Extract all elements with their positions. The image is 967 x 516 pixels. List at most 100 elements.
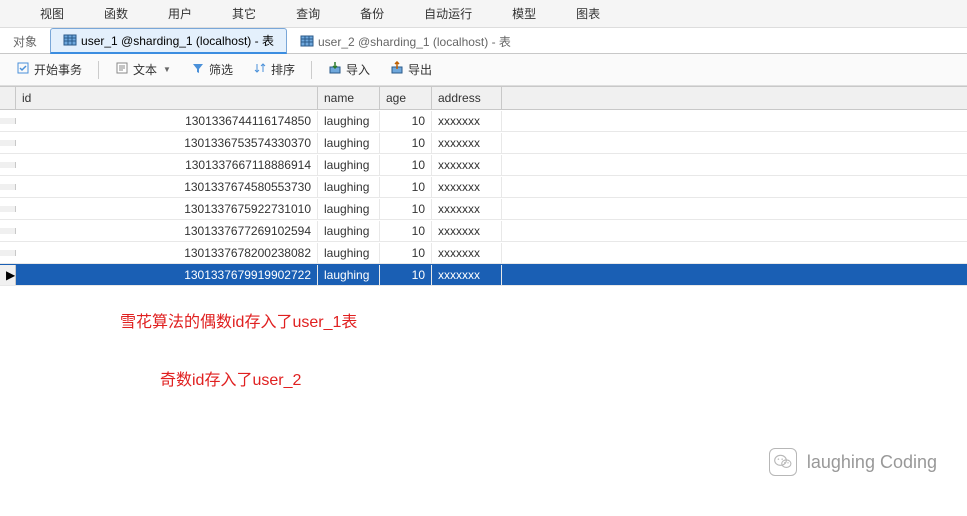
sort-label: 排序 (271, 61, 295, 78)
column-header-name[interactable]: name (318, 87, 380, 109)
row-indicator (0, 184, 16, 190)
wechat-icon (769, 448, 797, 476)
import-button[interactable]: 导入 (322, 59, 376, 80)
watermark-text: laughing Coding (807, 452, 937, 473)
row-indicator (0, 162, 16, 168)
cell-address[interactable]: xxxxxxx (432, 265, 502, 285)
menu-user[interactable]: 用户 (148, 3, 212, 24)
row-indicator (0, 228, 16, 234)
tab-user2-table[interactable]: user_2 @sharding_1 (localhost) - 表 (287, 28, 524, 54)
export-button[interactable]: 导出 (384, 59, 438, 80)
cell-id[interactable]: 1301337679919902722 (16, 265, 318, 285)
menu-query[interactable]: 查询 (276, 3, 340, 24)
main-menu-bar: 视图 函数 用户 其它 查询 备份 自动运行 模型 图表 (0, 0, 967, 28)
cell-name[interactable]: laughing (318, 155, 380, 175)
toolbar: 开始事务 文本 ▼ 筛选 排序 导入 导出 (0, 54, 967, 86)
row-indicator: ▶ (0, 265, 16, 285)
cell-age[interactable]: 10 (380, 177, 432, 197)
cell-address[interactable]: xxxxxxx (432, 243, 502, 263)
cell-name[interactable]: laughing (318, 243, 380, 263)
begin-transaction-label: 开始事务 (34, 61, 82, 78)
cell-address[interactable]: xxxxxxx (432, 111, 502, 131)
tab-objects-label: 对象 (13, 33, 37, 50)
cell-address[interactable]: xxxxxxx (432, 133, 502, 153)
cell-name[interactable]: laughing (318, 111, 380, 131)
annotation-even-id: 雪花算法的偶数id存入了user_1表 (120, 308, 357, 332)
menu-autorun[interactable]: 自动运行 (404, 3, 492, 24)
filter-button[interactable]: 筛选 (185, 59, 239, 80)
table-row[interactable]: 1301337677269102594laughing10xxxxxxx (0, 220, 967, 242)
separator (311, 61, 312, 79)
cell-age[interactable]: 10 (380, 243, 432, 263)
separator (98, 61, 99, 79)
data-grid: id name age address 1301336744116174850l… (0, 86, 967, 286)
column-header-address[interactable]: address (432, 87, 502, 109)
cell-age[interactable]: 10 (380, 133, 432, 153)
table-row[interactable]: 1301336753574330370laughing10xxxxxxx (0, 132, 967, 154)
cell-id[interactable]: 1301337678200238082 (16, 243, 318, 263)
menu-model[interactable]: 模型 (492, 3, 556, 24)
cell-address[interactable]: xxxxxxx (432, 221, 502, 241)
transaction-icon (16, 61, 30, 78)
row-indicator (0, 140, 16, 146)
cell-age[interactable]: 10 (380, 199, 432, 219)
cell-age[interactable]: 10 (380, 111, 432, 131)
cell-address[interactable]: xxxxxxx (432, 177, 502, 197)
cell-name[interactable]: laughing (318, 199, 380, 219)
tab-user1-table[interactable]: user_1 @sharding_1 (localhost) - 表 (50, 28, 287, 54)
sort-icon (253, 61, 267, 78)
export-label: 导出 (408, 61, 432, 78)
table-row[interactable]: 1301337678200238082laughing10xxxxxxx (0, 242, 967, 264)
cell-name[interactable]: laughing (318, 221, 380, 241)
sort-button[interactable]: 排序 (247, 59, 301, 80)
grid-header-row: id name age address (0, 87, 967, 110)
row-indicator (0, 118, 16, 124)
tab-objects[interactable]: 对象 (0, 28, 50, 54)
cell-name[interactable]: laughing (318, 265, 380, 285)
cell-id[interactable]: 1301337677269102594 (16, 221, 318, 241)
filter-icon (191, 61, 205, 78)
cell-address[interactable]: xxxxxxx (432, 155, 502, 175)
begin-transaction-button[interactable]: 开始事务 (10, 59, 88, 80)
grid-body: 1301336744116174850laughing10xxxxxxx1301… (0, 110, 967, 286)
tab-user1-label: user_1 @sharding_1 (localhost) - 表 (81, 32, 274, 49)
table-row[interactable]: ▶1301337679919902722laughing10xxxxxxx (0, 264, 967, 286)
cell-age[interactable]: 10 (380, 265, 432, 285)
cell-id[interactable]: 1301337675922731010 (16, 199, 318, 219)
cell-name[interactable]: laughing (318, 133, 380, 153)
cell-age[interactable]: 10 (380, 221, 432, 241)
tab-bar: 对象 user_1 @sharding_1 (localhost) - 表 us… (0, 28, 967, 54)
column-header-age[interactable]: age (380, 87, 432, 109)
cell-address[interactable]: xxxxxxx (432, 199, 502, 219)
cell-id[interactable]: 1301336744116174850 (16, 111, 318, 131)
watermark: laughing Coding (769, 448, 937, 476)
annotation-odd-id: 奇数id存入了user_2 (160, 366, 301, 390)
table-row[interactable]: 1301336744116174850laughing10xxxxxxx (0, 110, 967, 132)
column-header-id[interactable]: id (16, 87, 318, 109)
table-row[interactable]: 1301337675922731010laughing10xxxxxxx (0, 198, 967, 220)
menu-function[interactable]: 函数 (84, 3, 148, 24)
menu-backup[interactable]: 备份 (340, 3, 404, 24)
table-icon (300, 34, 314, 48)
table-icon (63, 33, 77, 47)
table-row[interactable]: 1301337667118886914laughing10xxxxxxx (0, 154, 967, 176)
row-gutter-header (0, 87, 16, 109)
menu-view[interactable]: 视图 (20, 3, 84, 24)
menu-other[interactable]: 其它 (212, 3, 276, 24)
cell-age[interactable]: 10 (380, 155, 432, 175)
cell-name[interactable]: laughing (318, 177, 380, 197)
import-label: 导入 (346, 61, 370, 78)
menu-chart[interactable]: 图表 (556, 3, 620, 24)
tab-user2-label: user_2 @sharding_1 (localhost) - 表 (318, 33, 511, 50)
row-indicator (0, 250, 16, 256)
cell-id[interactable]: 1301337674580553730 (16, 177, 318, 197)
cell-id[interactable]: 1301336753574330370 (16, 133, 318, 153)
cell-id[interactable]: 1301337667118886914 (16, 155, 318, 175)
text-label: 文本 (133, 61, 157, 78)
text-button[interactable]: 文本 ▼ (109, 59, 177, 80)
filter-label: 筛选 (209, 61, 233, 78)
chevron-down-icon: ▼ (163, 65, 171, 74)
table-row[interactable]: 1301337674580553730laughing10xxxxxxx (0, 176, 967, 198)
import-icon (328, 61, 342, 78)
text-icon (115, 61, 129, 78)
